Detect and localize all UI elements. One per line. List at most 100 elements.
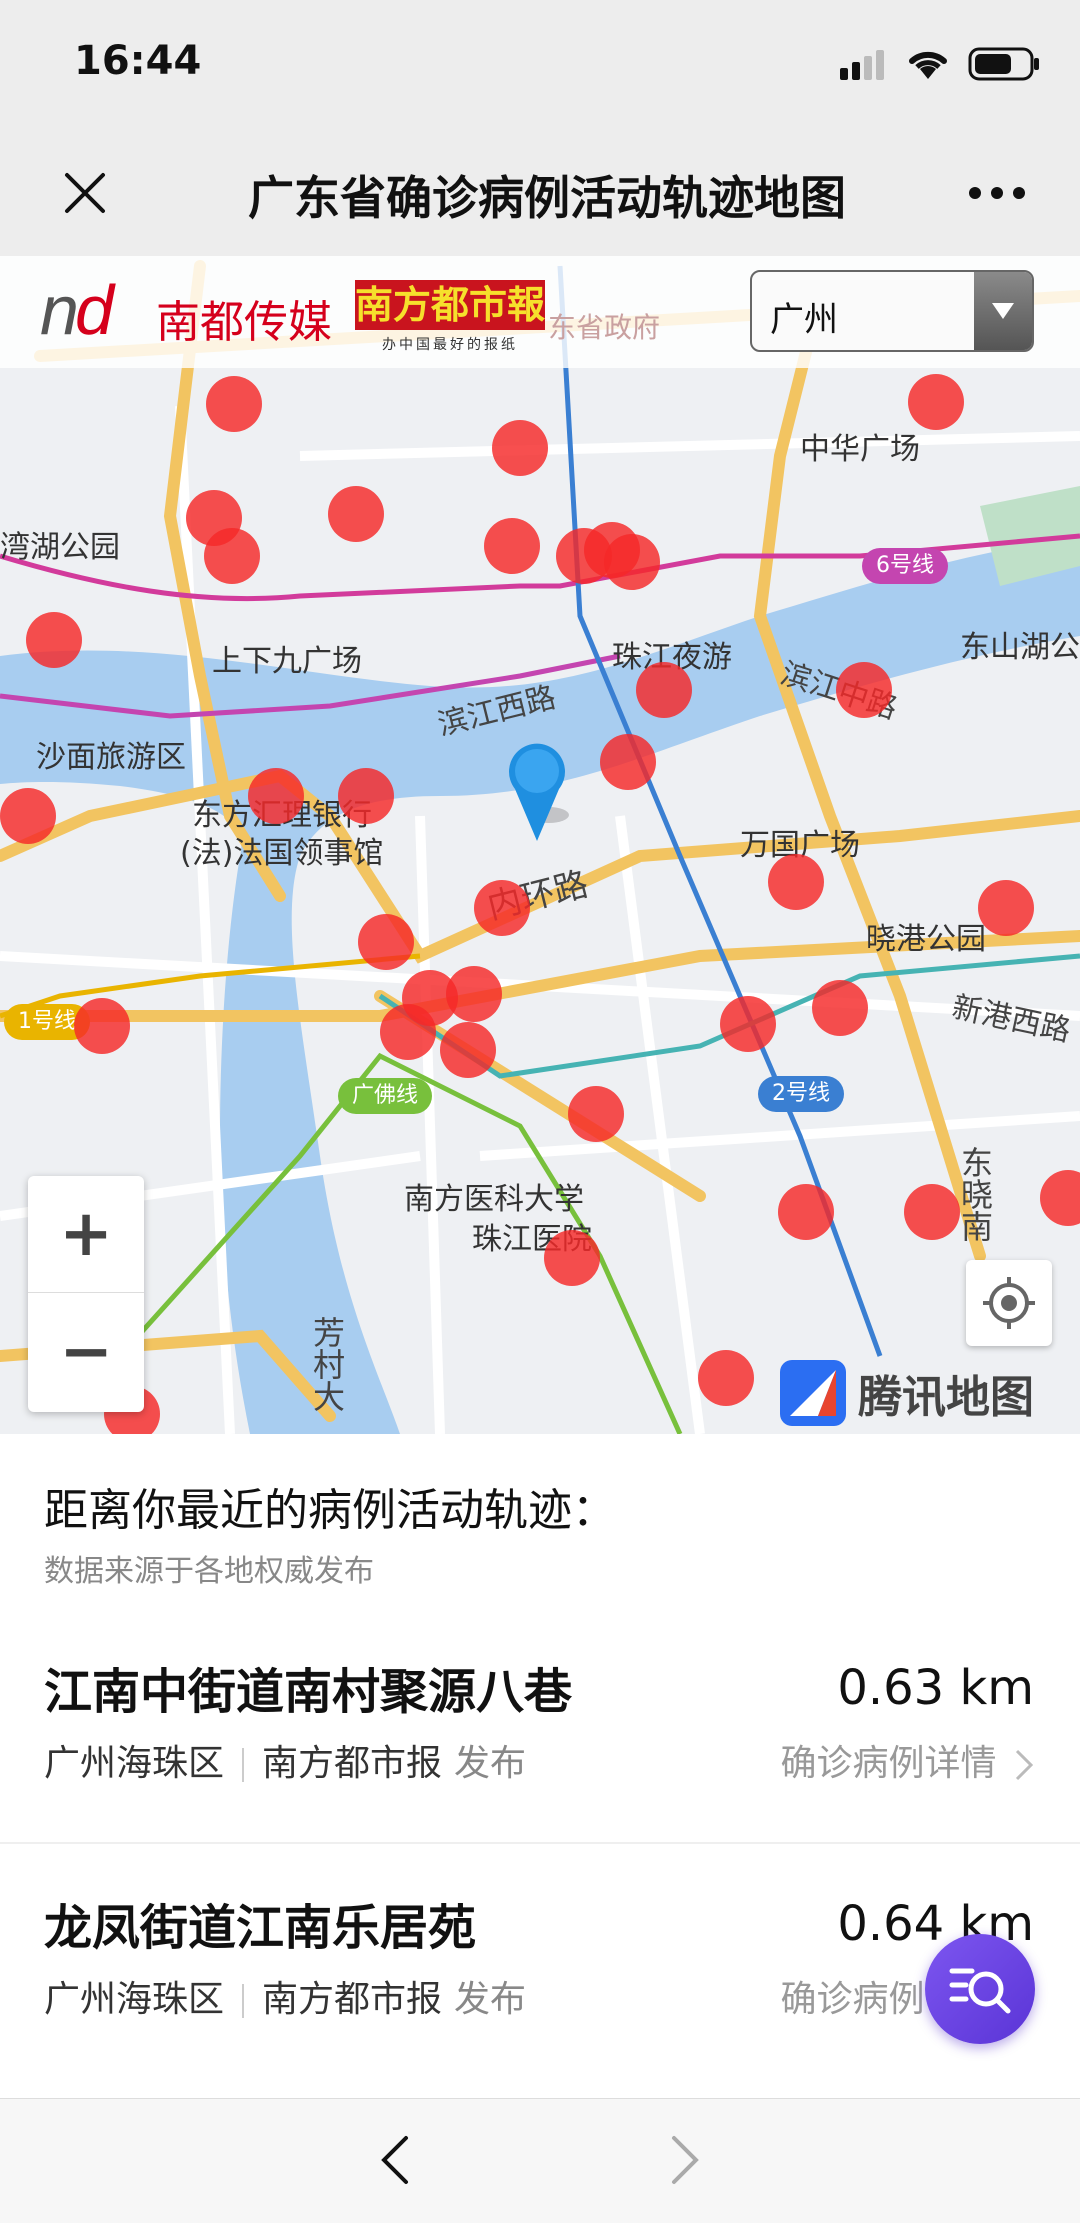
- chevron-left-icon: [381, 2136, 408, 2184]
- map-label-xiajiu: 上下九广场: [212, 644, 362, 679]
- case-marker[interactable]: [206, 376, 262, 432]
- search-fab-button[interactable]: [925, 1934, 1035, 2044]
- list-item[interactable]: 江南中街道南村聚源八巷 0.63 km 广州海珠区 南方都市报 发布 确诊病例详情: [0, 1610, 1080, 1846]
- case-marker[interactable]: [446, 966, 502, 1022]
- more-icon: [969, 187, 1025, 199]
- map-label-fangcun: 芳村大: [308, 1316, 346, 1412]
- signal-icon: [840, 48, 888, 84]
- chevron-right-icon: [672, 2136, 699, 2184]
- map-view[interactable]: nd 南都传媒 南方都市報 办中国最好的报纸 东省政府 广州 中华广场 湾湖公园…: [0, 256, 1080, 1434]
- case-meta: 广州海珠区 南方都市报 发布: [44, 1970, 526, 2022]
- gov-label: 东省政府: [548, 311, 661, 344]
- status-icons: [840, 46, 1040, 86]
- close-button[interactable]: [52, 160, 118, 226]
- case-marker[interactable]: [604, 534, 660, 590]
- meta-divider: [242, 1748, 245, 1782]
- map-label-shamian: 沙面旅游区: [36, 740, 186, 775]
- list-item[interactable]: 龙凤街道江南乐居苑 0.64 km 广州海珠区 南方都市报 发布 确诊病例详情: [0, 1846, 1080, 2082]
- section-title: 距离你最近的病例活动轨迹：: [44, 1485, 616, 1536]
- battery-icon: [968, 46, 1040, 86]
- case-marker[interactable]: [26, 612, 82, 668]
- brand-media-name: 南都传媒: [156, 297, 332, 348]
- bottom-toolbar: [0, 2098, 1080, 2223]
- paper-logo: 南方都市報: [355, 280, 545, 330]
- city-select[interactable]: 广州: [750, 270, 1034, 352]
- case-published: 发布: [454, 1979, 527, 2020]
- tencent-map-logo: 腾讯地图: [778, 1358, 1034, 1428]
- paper-slogan: 办中国最好的报纸: [382, 337, 518, 353]
- case-source: 南方都市报: [262, 1743, 443, 1784]
- case-marker[interactable]: [358, 914, 414, 970]
- map-label-dongxiao: 东晓南: [956, 1146, 994, 1242]
- location-pin-icon: [505, 741, 569, 841]
- search-list-icon: [949, 1968, 1011, 2014]
- crosshair-icon: [983, 1277, 1035, 1329]
- status-bar: 16:44: [0, 0, 1080, 130]
- case-marker[interactable]: [0, 788, 56, 844]
- map-provider-label: 腾讯地图: [858, 1372, 1034, 1423]
- forward-button[interactable]: [650, 2125, 720, 2195]
- case-marker[interactable]: [568, 1086, 624, 1142]
- map-label-french-consulate: (法)法国领事馆: [180, 836, 384, 871]
- meta-divider: [242, 1984, 245, 2018]
- case-district: 广州海珠区: [44, 1979, 225, 2020]
- list-divider: [0, 1842, 1080, 1844]
- case-marker[interactable]: [812, 980, 868, 1036]
- case-marker[interactable]: [698, 1350, 754, 1406]
- case-marker[interactable]: [636, 662, 692, 718]
- page-title: 广东省确诊病例活动轨迹地图: [248, 171, 846, 222]
- back-button[interactable]: [360, 2125, 430, 2195]
- metro-line-6-badge: 6号线: [862, 548, 948, 584]
- case-marker[interactable]: [768, 854, 824, 910]
- case-marker[interactable]: [492, 420, 548, 476]
- case-district: 广州海珠区: [44, 1743, 225, 1784]
- zoom-controls: + −: [28, 1176, 144, 1412]
- case-distance: 0.63 km: [837, 1660, 1034, 1716]
- case-detail-label: 确诊病例详情: [780, 1743, 997, 1784]
- chevron-right-icon: [1015, 1749, 1034, 1781]
- zoom-in-button[interactable]: +: [28, 1176, 144, 1293]
- case-marker[interactable]: [380, 1004, 436, 1060]
- case-marker[interactable]: [978, 880, 1034, 936]
- case-location-name: 江南中街道南村聚源八巷: [44, 1664, 573, 1720]
- more-button[interactable]: [962, 160, 1032, 226]
- case-marker[interactable]: [904, 1184, 960, 1240]
- case-published: 发布: [454, 1743, 527, 1784]
- section-subtitle: 数据来源于各地权威发布: [44, 1554, 374, 1589]
- map-label-zhonghua: 中华广场: [800, 432, 920, 467]
- city-select-value: 广州: [770, 300, 838, 340]
- case-marker[interactable]: [836, 662, 892, 718]
- wifi-icon: [906, 47, 950, 85]
- case-marker[interactable]: [328, 486, 384, 542]
- tencent-map-icon: [780, 1360, 846, 1426]
- metro-guangfo-badge: 广佛线: [338, 1078, 433, 1114]
- chevron-down-icon: [974, 272, 1032, 350]
- case-source: 南方都市报: [262, 1979, 443, 2020]
- case-marker[interactable]: [474, 880, 530, 936]
- case-marker[interactable]: [74, 998, 130, 1054]
- case-location-name: 龙凤街道江南乐居苑: [44, 1900, 477, 1956]
- map-label-dongshan: 东山湖公: [960, 630, 1080, 665]
- map-label-nanfang-hospital-1: 南方医科大学: [404, 1182, 584, 1217]
- case-marker[interactable]: [544, 1230, 600, 1286]
- case-marker[interactable]: [908, 374, 964, 430]
- case-marker[interactable]: [484, 518, 540, 574]
- case-marker[interactable]: [720, 996, 776, 1052]
- map-label-xiaogang: 晓港公园: [866, 922, 986, 957]
- locate-button[interactable]: [966, 1260, 1052, 1346]
- brand-header: nd 南都传媒 南方都市報 办中国最好的报纸 东省政府 广州: [0, 256, 1080, 368]
- nav-bar: 广东省确诊病例活动轨迹地图: [0, 130, 1080, 256]
- case-marker[interactable]: [440, 1022, 496, 1078]
- case-detail-link[interactable]: 确诊病例详情: [781, 1734, 1034, 1786]
- nd-logo: nd: [40, 271, 114, 349]
- status-time: 16:44: [74, 38, 202, 84]
- case-marker[interactable]: [778, 1184, 834, 1240]
- case-marker[interactable]: [338, 768, 394, 824]
- case-marker[interactable]: [248, 768, 304, 824]
- zoom-out-button[interactable]: −: [28, 1294, 144, 1410]
- case-marker[interactable]: [600, 734, 656, 790]
- case-marker[interactable]: [204, 528, 260, 584]
- metro-line-2-badge: 2号线: [758, 1076, 844, 1112]
- map-label-lihu: 湾湖公园: [0, 530, 120, 565]
- case-meta: 广州海珠区 南方都市报 发布: [44, 1734, 526, 1786]
